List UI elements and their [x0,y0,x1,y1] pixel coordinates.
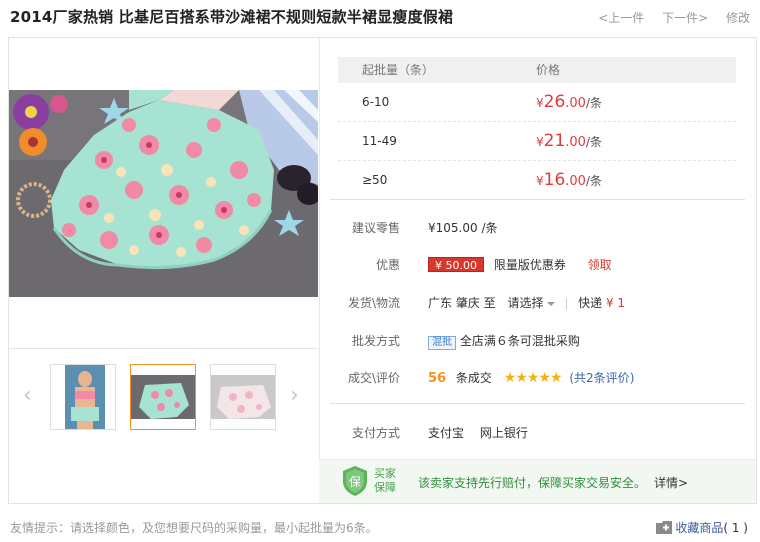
wholesale-label: 批发方式 [351,334,400,348]
shipping-row: 发货\物流 广东 肇庆 至 请选择 快递 ¥ 1 [322,293,747,313]
wholesale-desc: 全店满６条可混批采购 [459,334,580,348]
reviews-link[interactable]: (共2条评价) [569,371,634,385]
coupon-desc: 限量版优惠券 [493,258,566,272]
qty-range: ≥50 [362,173,388,187]
ship-price: ¥ 1 [605,296,626,310]
edit-link[interactable]: 修改 [726,11,750,25]
tier-price: ¥26.00/条 [536,92,603,112]
deal-count: 56 [428,371,447,386]
product-title: 2014厂家热销 比基尼百搭系带沙滩裙不规则短款半裙显瘦度假裙 [10,8,454,26]
price-row: 6-10 ¥26.00/条 [338,83,736,122]
deals-label: 成交\评价 [347,371,400,385]
discount-row: 优惠 ¥ 50.00 限量版优惠券 领取 [322,255,747,275]
protection-details-link[interactable]: 详情> [654,476,688,490]
buyer-protection-bar: 保 买家 保障 该卖家支持先行赔付，保障买家交易安全。 详情> [319,459,756,503]
payment-row: 支付方式 支付宝 网上银行 [322,423,747,443]
payment-label: 支付方式 [351,426,400,440]
image-divider [9,348,319,349]
payment-method: 支付宝 [428,426,465,440]
next-item-link[interactable]: 下一件> [662,11,708,25]
column-divider [319,38,320,503]
retail-value: ¥105.00 /条 [428,221,498,235]
price-row: 11-49 ¥21.00/条 [338,122,736,161]
coupon-badge: ¥ 50.00 [428,257,484,272]
deal-count-suffix: 条成交 [455,371,492,385]
destination-select[interactable]: 请选择 [507,296,556,310]
price-column-header: 价格 [536,63,561,77]
protection-text: 该卖家支持先行赔付，保障买家交易安全。 详情> [418,476,689,490]
qty-range: 6-10 [362,95,390,109]
prev-item-link[interactable]: <上一件 [598,11,644,25]
price-row: ≥50 ¥16.00/条 [338,161,736,200]
claim-coupon-link[interactable]: 领取 [588,258,612,272]
next-thumb-arrow[interactable]: › [290,384,304,408]
ship-from: 广东 肇庆 至 [428,296,496,310]
payment-method: 网上银行 [479,426,528,440]
protection-tag: 买家 保障 [374,467,396,494]
retail-label: 建议零售 [351,221,400,235]
svg-text:保: 保 [349,475,361,489]
tier-price: ¥16.00/条 [536,170,603,190]
section-divider [330,403,745,404]
price-table: 起批量（条） 价格 6-10 ¥26.00/条 11-49 ¥21.00/条 ≥… [338,57,736,200]
price-table-header: 起批量（条） 价格 [338,57,736,83]
ship-method: 快递 [578,296,603,310]
deals-row: 成交\评价 56 条成交 ★★★★★ (共2条评价) [322,368,747,388]
friendly-tip: 友情提示：请选择颜色，及您想要尺码的采购量，最小起批量为6条。 [10,521,378,535]
favorite-button[interactable]: 收藏商品( 1 ) [655,519,748,536]
item-nav: <上一件 下一件> 修改 [584,9,750,26]
tier-price: ¥21.00/条 [536,131,603,151]
main-product-image [9,90,318,297]
rating-stars-icon: ★★★★★ [503,370,563,386]
thumbnail-3[interactable] [210,364,276,430]
thumbnail-2[interactable] [130,364,196,430]
qty-range: 11-49 [362,134,397,148]
discount-label: 优惠 [375,258,400,272]
retail-row: 建议零售 ¥105.00 /条 [322,218,747,238]
prev-thumb-arrow[interactable]: ‹ [23,384,37,408]
chevron-down-icon [547,301,556,306]
divider [566,297,568,310]
qty-column-header: 起批量（条） [362,63,435,77]
mix-batch-tag: 混批 [428,336,456,350]
section-divider [330,199,745,200]
shield-icon: 保 [343,466,367,496]
wholesale-row: 批发方式 混批 全店满６条可混批采购 [322,331,747,351]
thumbnail-1[interactable] [50,364,116,430]
shipping-label: 发货\物流 [347,296,400,310]
folder-plus-icon [655,521,672,534]
